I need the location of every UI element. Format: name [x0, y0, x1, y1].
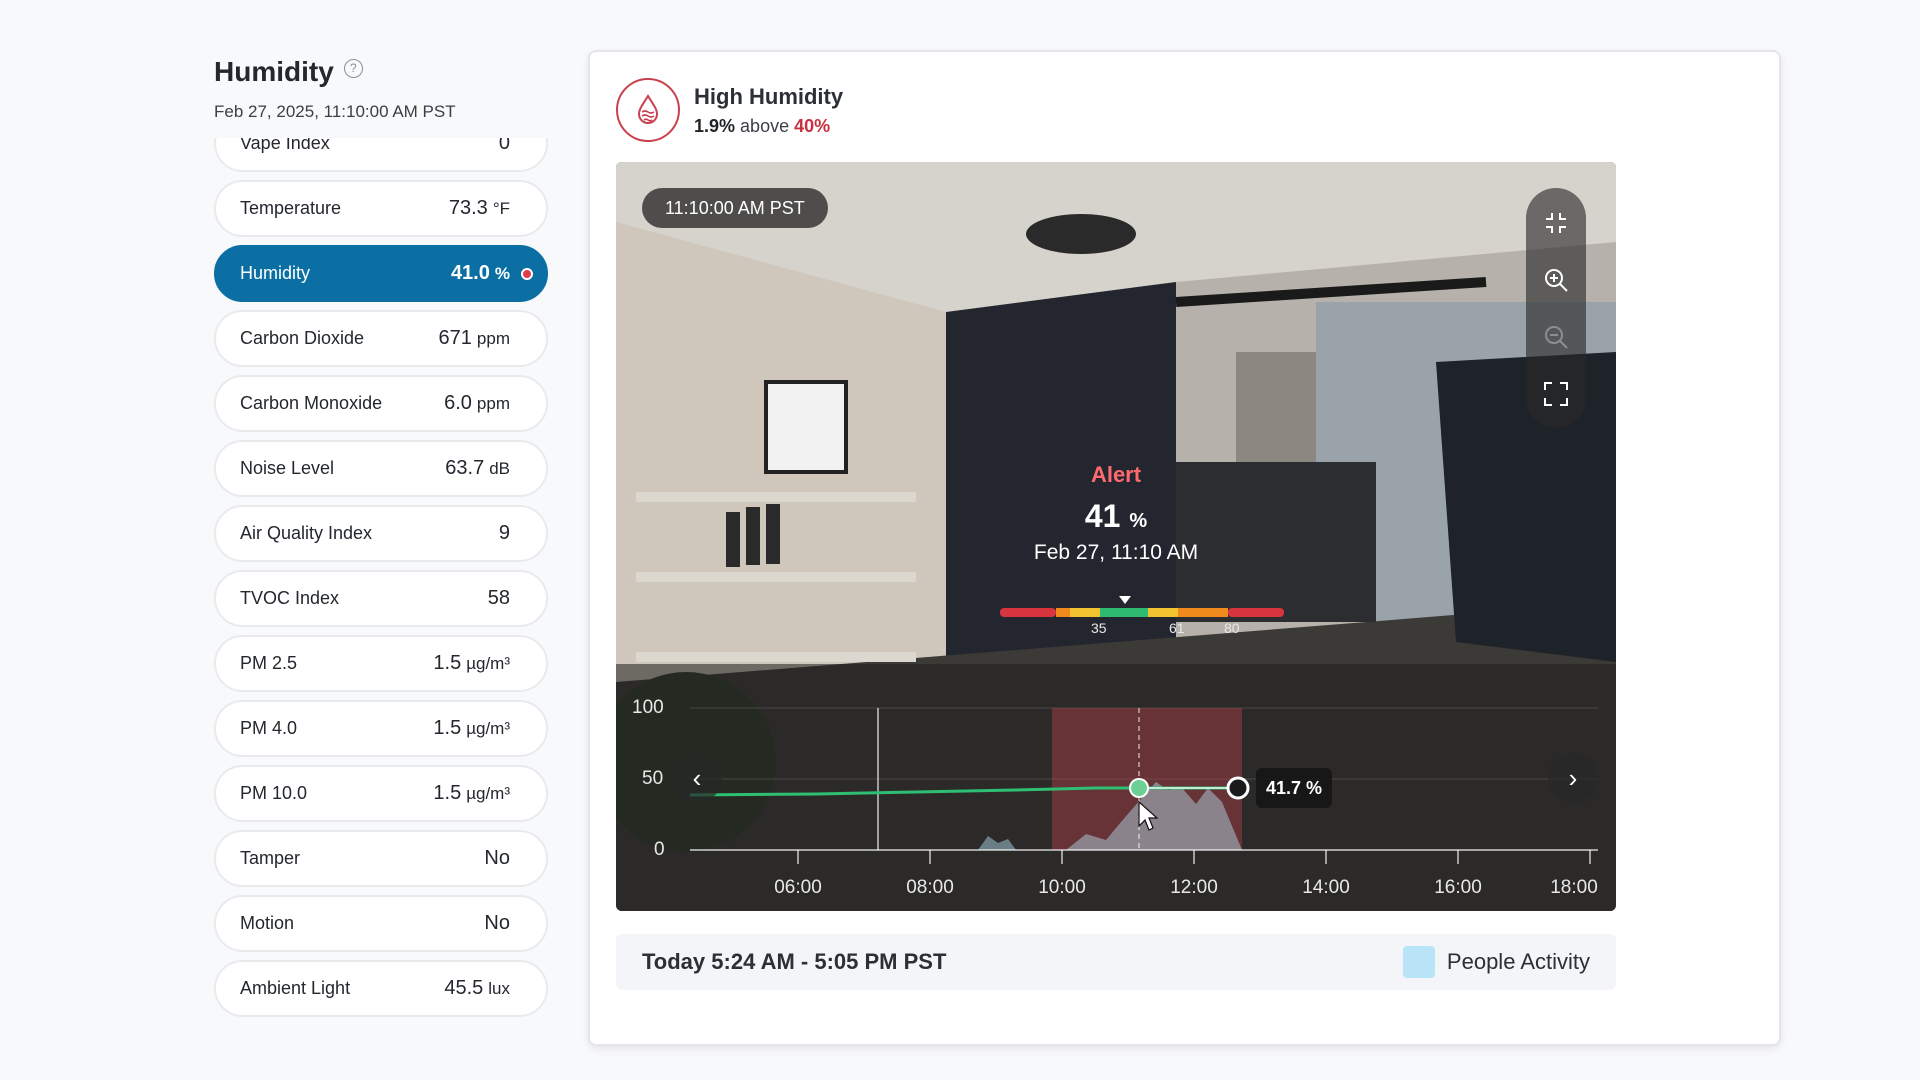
hover-point[interactable]	[1226, 776, 1250, 800]
alert-header: High Humidity 1.9% above 40%	[616, 78, 843, 142]
reading-value: 1.5	[433, 782, 462, 804]
reading-pm100[interactable]: PM 10.0 1.5 µg/m³	[214, 765, 548, 822]
reading-label: Carbon Dioxide	[240, 328, 365, 348]
reading-value: 73.3	[448, 197, 488, 219]
legend-label: People Activity	[1446, 949, 1590, 974]
reading-temperature[interactable]: Temperature 73.3 °F	[214, 180, 548, 237]
reading-humidity[interactable]: Humidity 41.0%	[214, 245, 548, 302]
hover-value-tooltip: 41.7 %	[1256, 768, 1333, 808]
reading-value: 0	[498, 138, 510, 154]
x-tick-label: 08:00	[906, 877, 954, 898]
reading-value: No	[484, 847, 510, 869]
reading-value: 58	[487, 587, 510, 609]
x-tick-label: 18:00	[1550, 877, 1598, 898]
reading-carbon-dioxide[interactable]: Carbon Dioxide 671 ppm	[214, 310, 548, 367]
reading-label: Humidity	[240, 263, 311, 283]
reading-label: PM 4.0	[240, 718, 298, 738]
reading-label: Vape Index	[240, 138, 330, 153]
reading-value: 41.0	[450, 262, 490, 284]
y-tick-label: 50	[642, 768, 663, 789]
y-tick-label: 0	[654, 839, 665, 860]
x-tick-label: 06:00	[774, 877, 822, 898]
reading-label: TVOC Index	[240, 588, 340, 608]
sensor-panel: Humidity ? Feb 27, 2025, 11:10:00 AM PST…	[214, 52, 548, 1017]
reading-label: Noise Level	[240, 458, 335, 478]
x-tick-label: 10:00	[1038, 877, 1086, 898]
legend-swatch	[1402, 946, 1435, 978]
reading-unit: dB	[489, 459, 510, 478]
reading-label: Temperature	[240, 198, 342, 218]
reading-unit: µg/m³	[466, 719, 510, 738]
reading-value: 63.7	[445, 457, 485, 479]
reading-unit: µg/m³	[466, 654, 510, 673]
reading-label: Carbon Monoxide	[240, 393, 383, 413]
reading-value: 671	[438, 327, 472, 349]
reading-unit: °F	[492, 199, 510, 218]
legend: People Activity	[1402, 946, 1590, 978]
page-title: Humidity	[214, 56, 334, 87]
reading-unit: µg/m³	[466, 784, 510, 803]
alert-title: High Humidity	[694, 83, 844, 109]
reading-tvoc-index[interactable]: TVOC Index 58	[214, 570, 548, 627]
alert-threshold: 40%	[794, 115, 831, 136]
timeline-chart: 100 50 0 06:00 08:00 10:00 12:00 14:00 1…	[632, 697, 1598, 898]
readings-list: Vape Index 0 Temperature 73.3 °F Humidity…	[214, 138, 548, 1080]
reading-value: 9	[498, 522, 510, 544]
reading-label: Motion	[240, 913, 295, 933]
reading-unit: ppm	[476, 394, 510, 413]
humidity-drop-icon	[616, 78, 680, 142]
reading-pm25[interactable]: PM 2.5 1.5 µg/m³	[214, 635, 548, 692]
reading-label: Air Quality Index	[240, 523, 373, 543]
reading-pm40[interactable]: PM 4.0 1.5 µg/m³	[214, 700, 548, 757]
question-circle-icon[interactable]: ?	[343, 58, 363, 78]
camera-video[interactable]: 11:10:00 AM PST Alert 41 % Feb 27, 11:10…	[616, 162, 1616, 911]
chevron-right-icon[interactable]: ›	[1548, 753, 1598, 803]
reading-value: 45.5	[444, 977, 484, 999]
reading-value: 1.5	[433, 717, 462, 739]
reading-value: No	[484, 912, 510, 934]
reading-air-quality-index[interactable]: Air Quality Index 9	[214, 505, 548, 562]
x-tick-label: 12:00	[1170, 877, 1218, 898]
reading-unit: %	[494, 264, 510, 283]
x-tick-label: 16:00	[1434, 877, 1482, 898]
reading-value: 1.5	[433, 652, 462, 674]
reading-timestamp: Feb 27, 2025, 11:10:00 AM PST	[214, 102, 456, 121]
alert-amount: 1.9%	[694, 115, 736, 136]
x-tick-label: 14:00	[1302, 877, 1350, 898]
reading-label: Tamper	[240, 848, 301, 868]
reading-vape-index[interactable]: Vape Index 0	[214, 138, 548, 172]
reading-label: Ambient Light	[240, 978, 351, 998]
timeline-footer: Today 5:24 AM - 5:05 PM PST People Activ…	[616, 934, 1616, 990]
reading-noise-level[interactable]: Noise Level 63.7 dB	[214, 440, 548, 497]
reading-label: PM 2.5	[240, 653, 298, 673]
reading-motion[interactable]: Motion No	[214, 895, 548, 952]
reading-label: PM 10.0	[240, 783, 308, 803]
reading-tamper[interactable]: Tamper No	[214, 830, 548, 887]
alert-summary: 1.9% above 40%	[694, 116, 843, 137]
reading-unit: lux	[488, 979, 510, 998]
reading-carbon-monoxide[interactable]: Carbon Monoxide 6.0 ppm	[214, 375, 548, 432]
alert-above-word: above	[740, 115, 790, 136]
chevron-left-icon[interactable]: ‹	[672, 753, 722, 803]
time-range: Today 5:24 AM - 5:05 PM PST	[642, 949, 947, 974]
alert-card: High Humidity 1.9% above 40% 11:10:00 AM…	[588, 50, 1781, 1046]
reading-unit: ppm	[476, 329, 510, 348]
reading-ambient-light[interactable]: Ambient Light 45.5 lux	[214, 960, 548, 1017]
alert-dot-icon	[521, 268, 533, 280]
selected-point[interactable]	[1129, 778, 1149, 798]
y-tick-label: 100	[632, 697, 664, 718]
reading-value: 6.0	[444, 392, 472, 414]
